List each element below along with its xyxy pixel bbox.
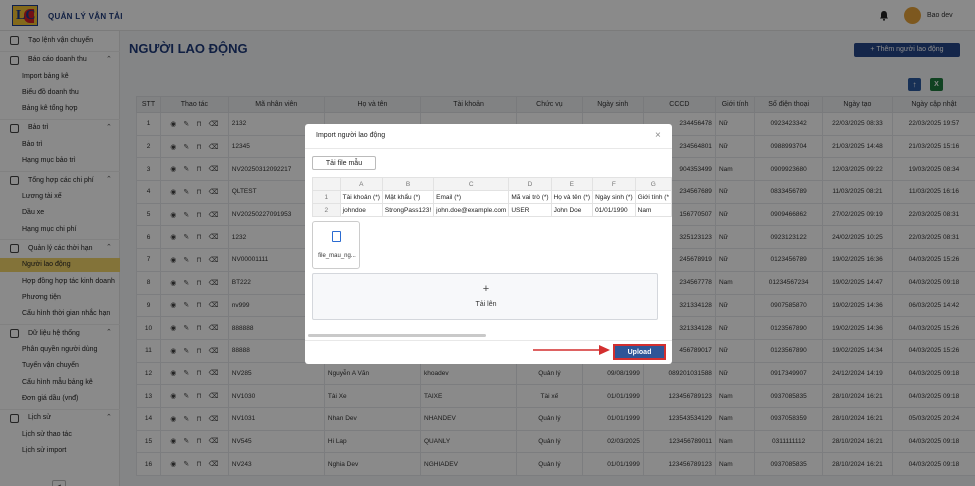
sheet-cell: 2 bbox=[312, 203, 341, 217]
sheet-cell: Tài khoản (*) bbox=[339, 190, 383, 204]
sheet-column-letter: G bbox=[634, 177, 673, 191]
template-preview-sheet: A B C D E F G 1 Tài khoản (*) Mật khẩu (*) Email (… bbox=[312, 177, 673, 217]
sheet-cell: Ngày sinh (*) bbox=[592, 190, 636, 204]
sheet-cell: johndoe bbox=[339, 203, 383, 217]
close-icon[interactable]: × bbox=[655, 130, 661, 141]
modal-title: Import người lao động bbox=[316, 132, 386, 139]
sheet-cell: john.doe@example.com bbox=[433, 203, 510, 217]
sheet-cell: Họ và tên (*) bbox=[550, 190, 594, 204]
sheet-column-letter: A bbox=[339, 177, 383, 191]
plus-icon: + bbox=[482, 283, 490, 295]
sheet-column-letter: B bbox=[381, 177, 435, 191]
sheet-column-letter: F bbox=[592, 177, 636, 191]
sheet-column-letter bbox=[312, 177, 341, 191]
upload-dropzone[interactable]: + Tải lên bbox=[312, 273, 658, 320]
import-modal: Import người lao động × Tải file mẫu ABC… bbox=[305, 124, 673, 364]
sheet-cell: 1 bbox=[312, 190, 341, 204]
sheet-cell: Mật khẩu (*) bbox=[381, 190, 435, 204]
sheet-row: 1 Tài khoản (*) Mật khẩu (*) Email (*) Mã va… bbox=[312, 190, 673, 204]
uploaded-file-card[interactable]: file_mau_ng... bbox=[312, 221, 360, 269]
sheet-column-letter: C bbox=[433, 177, 510, 191]
download-template-button[interactable]: Tải file mẫu bbox=[312, 156, 376, 170]
divider bbox=[305, 148, 672, 149]
sheet-column-letter: E bbox=[550, 177, 594, 191]
sheet-cell: USER bbox=[508, 203, 552, 217]
divider bbox=[305, 340, 672, 341]
sheet-row: 2 johndoe StrongPass123! john.doe@example.c… bbox=[312, 203, 673, 217]
sheet-header-row: ABCDEFG bbox=[312, 177, 673, 191]
sheet-column-letter: D bbox=[508, 177, 552, 191]
sheet-cell: John Doe bbox=[550, 203, 594, 217]
sheet-cell: Giới tính (* bbox=[634, 190, 673, 204]
sheet-cell: Nam bbox=[634, 203, 673, 217]
sheet-cell: StrongPass123! bbox=[381, 203, 435, 217]
horizontal-scrollbar[interactable] bbox=[308, 334, 486, 337]
sheet-cell: Email (*) bbox=[433, 190, 510, 204]
file-name: file_mau_ng... bbox=[318, 253, 356, 259]
file-icon bbox=[332, 231, 341, 242]
dropzone-label: Tải lên bbox=[475, 301, 497, 308]
arrow-annotation-icon bbox=[533, 345, 610, 355]
upload-button[interactable]: Upload bbox=[613, 344, 666, 360]
sheet-cell: Mã vai trò (*) bbox=[508, 190, 552, 204]
sheet-cell: 01/01/1990 bbox=[592, 203, 636, 217]
